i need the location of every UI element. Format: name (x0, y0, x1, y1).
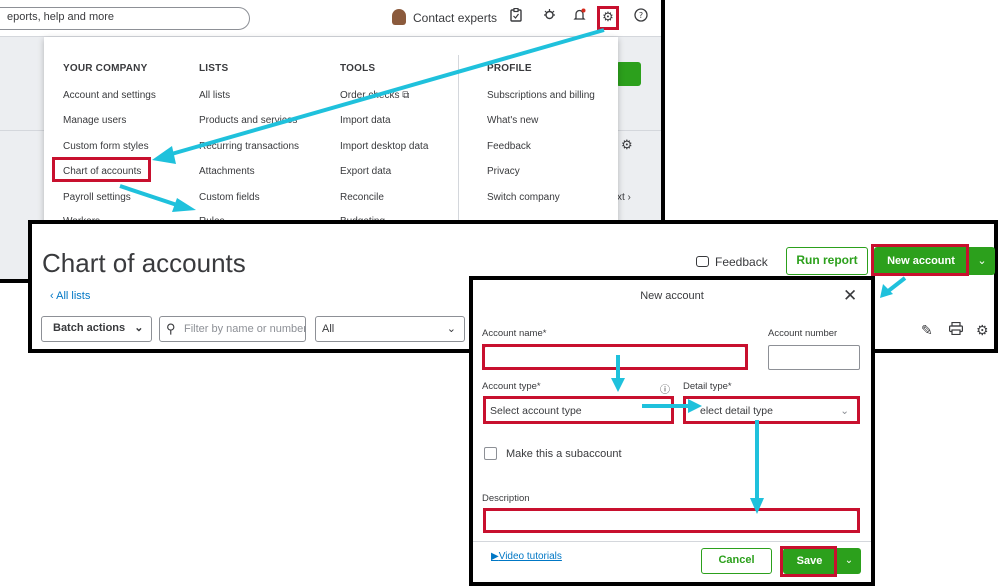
arrow-name-to-type-head (611, 378, 625, 392)
arrow-detail-to-description-head (750, 498, 764, 514)
arrow-new-account-to-modal (885, 276, 907, 294)
annotation-arrows (119, 28, 907, 514)
arrow-gear-to-chart-head (152, 146, 176, 164)
arrow-gear-to-chart (167, 28, 605, 157)
arrow-chart-to-lists-head (172, 198, 196, 212)
arrow-chart-to-lists (119, 184, 181, 208)
arrow-type-to-detail-head (688, 399, 702, 413)
